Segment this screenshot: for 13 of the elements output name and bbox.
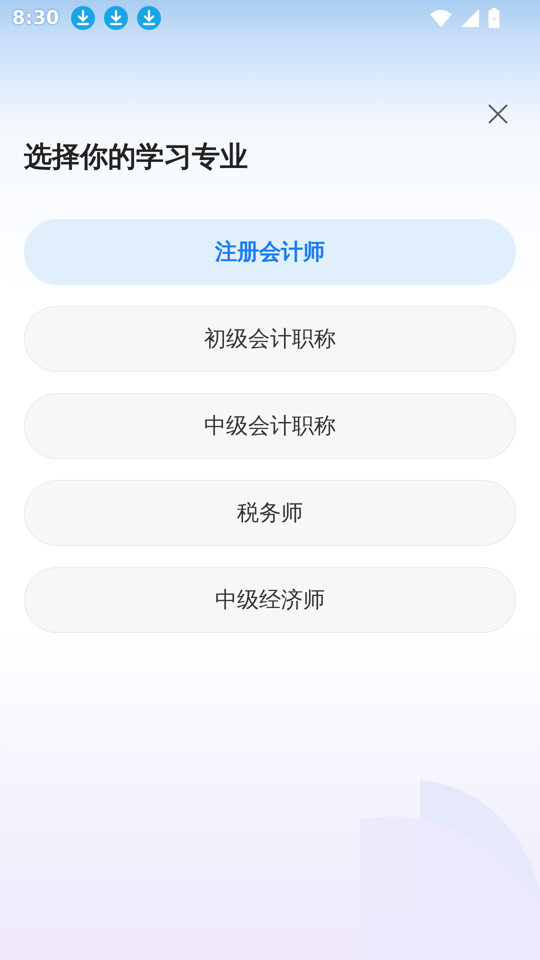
major-option[interactable]: 中级会计职称: [24, 393, 516, 459]
page-title: 选择你的学习专业: [24, 139, 249, 175]
download-icon: [71, 6, 96, 30]
wifi-icon: [430, 9, 452, 27]
status-time: 8:30: [12, 7, 60, 29]
signal-icon: [461, 9, 479, 27]
download-icon: [137, 6, 162, 30]
close-icon[interactable]: [488, 104, 508, 124]
major-option[interactable]: 中级经济师: [24, 567, 516, 633]
major-option[interactable]: 初级会计职称: [24, 306, 516, 372]
download-icon: [104, 6, 128, 30]
major-option[interactable]: 税务师: [24, 480, 516, 546]
battery-icon: [488, 8, 500, 28]
